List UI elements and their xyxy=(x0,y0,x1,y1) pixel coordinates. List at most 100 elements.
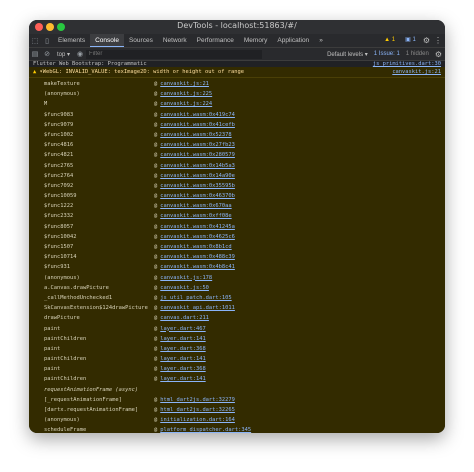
frame-source-link[interactable]: canvaskit.js:225 xyxy=(160,91,212,97)
frame-location: @ canvaskit.wasm:0x52378 xyxy=(154,130,232,140)
clear-console-icon[interactable]: ⊘ xyxy=(41,48,53,61)
frame-source-link[interactable]: canvaskit.wasm:0x4625c6 xyxy=(160,234,235,240)
warning-source-link[interactable]: canvaskit.js:21 xyxy=(392,67,441,77)
at-symbol: @ xyxy=(154,264,158,271)
stack-frame: [_requestAnimationFrame] @ html_dart2js.da… xyxy=(29,395,445,405)
frame-source-link[interactable]: canvaskit.wasm:0x27fb23 xyxy=(160,142,235,148)
tab-network[interactable]: Network xyxy=(158,34,192,47)
settings-gear-icon[interactable]: ⚙ xyxy=(423,36,430,45)
at-symbol: @ xyxy=(154,182,158,189)
frame-source-link[interactable]: canvaskit.wasm:0x4b8c41 xyxy=(160,264,235,270)
frame-source-link[interactable]: canvaskit.wasm:0x14a90e xyxy=(160,173,235,179)
frame-function: makeTexture xyxy=(44,81,80,87)
frame-source-link[interactable]: html_dart2js.dart:32279 xyxy=(160,397,235,403)
tab-sources[interactable]: Sources xyxy=(124,34,158,47)
at-symbol: @ xyxy=(154,376,158,383)
log-levels-label: Default levels xyxy=(327,51,364,58)
at-symbol: @ xyxy=(154,172,158,179)
frame-source-link[interactable]: canvaskit.js:21 xyxy=(160,81,209,87)
at-symbol: @ xyxy=(154,213,158,220)
filter-input[interactable] xyxy=(86,49,263,59)
at-symbol: @ xyxy=(154,203,158,210)
stack-frame: a.Canvas.drawPicture @ canvaskit.js:50 xyxy=(29,283,445,293)
frame-source-link[interactable]: js_util_patch.dart:105 xyxy=(160,295,231,301)
frame-source-link[interactable]: canvas.dart:211 xyxy=(160,315,209,321)
frame-location: @ canvaskit.wasm:0xff08e xyxy=(154,211,232,221)
at-symbol: @ xyxy=(154,142,158,149)
frame-source-link[interactable]: layer.dart:368 xyxy=(160,366,205,372)
hidden-count: 1 hidden xyxy=(405,51,429,57)
tab-elements[interactable]: Elements xyxy=(53,34,90,47)
at-symbol: @ xyxy=(154,356,158,363)
more-options-icon[interactable]: ⋮ xyxy=(434,36,442,45)
at-symbol: @ xyxy=(154,223,158,230)
sidebar-toggle-icon[interactable]: ▤ xyxy=(29,48,41,61)
stack-frame: SkCanvasExtension$124drawPicture @ canvask… xyxy=(29,303,445,313)
frame-function: paintChildren xyxy=(44,376,87,383)
frame-source-link[interactable]: canvaskit_api.dart:1011 xyxy=(160,305,235,311)
frame-source-link[interactable]: canvaskit.wasm:0x280579 xyxy=(160,152,235,158)
context-selector[interactable]: top ▾ xyxy=(53,51,74,58)
stack-frame: paint @ layer.dart:368 xyxy=(29,364,445,374)
frame-source-link[interactable]: layer.dart:141 xyxy=(160,336,205,342)
stack-frame: $func931 @ canvaskit.wasm:0x4b8c41 xyxy=(29,262,445,272)
live-expression-eye-icon[interactable]: ◉ xyxy=(74,48,86,61)
inspect-element-icon[interactable]: ⬚ xyxy=(29,34,41,47)
frame-source-link[interactable]: html_dart2js.dart:32265 xyxy=(160,407,235,413)
frame-source-link[interactable]: canvaskit.wasm:0xff08e xyxy=(160,213,231,219)
frame-source-link[interactable]: canvaskit.wasm:0x488c39 xyxy=(160,254,235,260)
frame-function: paint xyxy=(44,366,61,373)
frame-source-link[interactable]: canvaskit.wasm:0x35595b xyxy=(160,183,235,189)
frame-source-link[interactable]: initialization.dart:164 xyxy=(160,417,235,423)
frame-function: $func2764 xyxy=(44,172,74,179)
more-tabs-button[interactable]: » xyxy=(314,34,328,47)
frame-source-link[interactable]: canvaskit.js:178 xyxy=(160,275,212,281)
frame-source-link[interactable]: canvaskit.wasm:0x46370b xyxy=(160,193,235,199)
frame-function: $func10042 xyxy=(44,233,77,240)
tab-memory[interactable]: Memory xyxy=(239,34,272,47)
issues-button[interactable]: 1 Issue: 1 xyxy=(374,51,400,57)
at-symbol: @ xyxy=(154,152,158,159)
frame-location: @ layer.dart:141 xyxy=(154,354,206,364)
device-toolbar-icon[interactable]: ▯ xyxy=(41,34,53,47)
frame-source-link[interactable]: layer.dart:141 xyxy=(160,356,205,362)
frame-location: @ canvaskit.wasm:0x670aa xyxy=(154,201,232,211)
frame-function: requestAnimationFrame (async) xyxy=(44,386,139,393)
frame-source-link[interactable]: layer.dart:141 xyxy=(160,376,205,382)
frame-source-link[interactable]: canvaskit.wasm:0x52378 xyxy=(160,132,231,138)
frame-source-link[interactable]: layer.dart:368 xyxy=(160,346,205,352)
frame-source-link[interactable]: canvaskit.wasm:0x41cefb xyxy=(160,122,235,128)
frame-function: paint xyxy=(44,345,61,352)
frame-source-link[interactable]: layer.dart:467 xyxy=(160,326,205,332)
frame-source-link[interactable]: canvaskit.wasm:0x419c74 xyxy=(160,112,235,118)
frame-location: @ html_dart2js.dart:32265 xyxy=(154,405,235,415)
frame-function: $func9079 xyxy=(44,121,74,128)
at-symbol: @ xyxy=(154,284,158,291)
tab-application[interactable]: Application xyxy=(272,34,314,47)
frame-source-link[interactable]: canvaskit.wasm:0x14b5a3 xyxy=(160,163,235,169)
at-symbol: @ xyxy=(154,325,158,332)
frame-function: $func4816 xyxy=(44,142,74,149)
stack-frame: _callMethodUnchecked1 @ js_util_patch.dart… xyxy=(29,293,445,303)
frame-source-link[interactable]: canvaskit.wasm:0x41245a xyxy=(160,224,235,230)
warnings-badge[interactable]: ▲ 1 xyxy=(381,36,398,45)
stack-frame: $func9083 @ canvaskit.wasm:0x419c74 xyxy=(29,110,445,120)
frame-source-link[interactable]: canvaskit.js:224 xyxy=(160,101,212,107)
at-symbol: @ xyxy=(154,233,158,240)
warning-message[interactable]: ▲ ▾WebGL: INVALID_VALUE: texImage2D: wid… xyxy=(29,67,445,78)
tab-console[interactable]: Console xyxy=(90,34,124,47)
frame-location: @ canvaskit.js:225 xyxy=(154,89,212,99)
frame-location: @ canvaskit.wasm:0x488c39 xyxy=(154,252,235,262)
frame-source-link[interactable]: canvaskit.wasm:0x670aa xyxy=(160,203,231,209)
log-levels-dropdown[interactable]: Default levels ▾ xyxy=(327,51,368,58)
stack-frame: $func4821 @ canvaskit.wasm:0x280579 xyxy=(29,150,445,160)
frame-source-link[interactable]: platform_dispatcher.dart:345 xyxy=(160,427,251,433)
frame-source-link[interactable]: canvaskit.wasm:0x8b1cd xyxy=(160,244,231,250)
frame-source-link[interactable]: canvaskit.js:50 xyxy=(160,285,209,291)
at-symbol: @ xyxy=(154,81,158,87)
console-settings-icon[interactable]: ⚙ xyxy=(435,50,442,59)
warning-text: WebGL: INVALID_VALUE: texImage2D: width … xyxy=(42,69,244,75)
tab-performance[interactable]: Performance xyxy=(192,34,239,47)
messages-badge[interactable]: ▣ 1 xyxy=(402,36,419,45)
at-symbol: @ xyxy=(154,345,158,352)
